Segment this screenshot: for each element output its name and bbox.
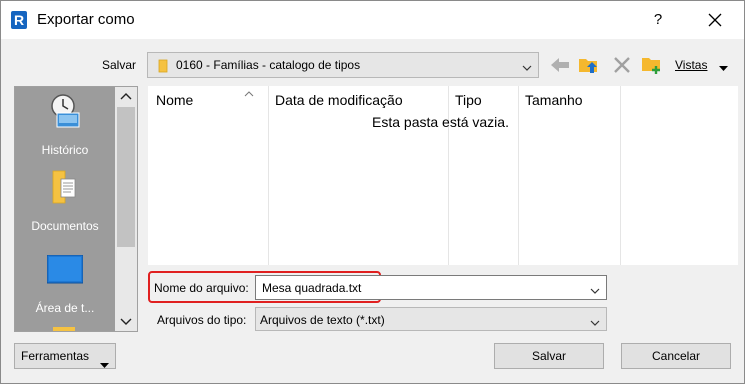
place-label: Área de t... — [35, 301, 95, 315]
back-arrow-icon[interactable] — [549, 55, 571, 75]
help-button[interactable]: ? — [641, 5, 675, 35]
tools-label: Ferramentas — [21, 349, 90, 363]
close-icon — [708, 13, 722, 27]
column-header-date[interactable]: Data de modificação — [269, 89, 403, 111]
title-bar: R Exportar como ? — [1, 1, 744, 39]
scroll-up-icon[interactable] — [115, 87, 137, 107]
views-dropdown-arrow-icon[interactable] — [719, 61, 728, 75]
location-dropdown[interactable]: 0160 - Famílias - catalogo de tipos — [147, 52, 539, 78]
location-label: Salvar — [102, 58, 137, 72]
chevron-down-icon — [590, 316, 600, 330]
filetype-value: Arquivos de texto (*.txt) — [260, 313, 385, 327]
filetype-label: Arquivos do tipo: — [157, 313, 247, 327]
column-divider[interactable] — [448, 86, 449, 265]
filetype-dropdown[interactable]: Arquivos de texto (*.txt) — [255, 307, 607, 331]
tools-button[interactable]: Ferramentas — [14, 343, 116, 369]
documents-icon — [51, 169, 81, 208]
resize-grip[interactable] — [416, 379, 446, 383]
close-button[interactable] — [697, 5, 733, 35]
views-menu[interactable]: Vistas — [675, 58, 707, 72]
folder-icon-partial — [53, 327, 75, 331]
places-scrollbar[interactable] — [115, 87, 137, 331]
scrollbar-thumb[interactable] — [117, 107, 135, 247]
folder-icon — [156, 59, 170, 76]
column-header-type[interactable]: Tipo — [449, 89, 482, 111]
filename-label: Nome do arquivo: — [154, 281, 249, 295]
revit-app-icon: R — [11, 11, 27, 29]
places-bar: Histórico Documentos Área de t... — [14, 86, 138, 332]
place-history[interactable]: Histórico — [15, 93, 115, 163]
column-header-name[interactable]: Nome — [150, 89, 193, 111]
file-list[interactable]: Nome Data de modificação Tipo Tamanho Es… — [148, 86, 738, 265]
scroll-down-icon[interactable] — [115, 311, 137, 331]
filename-value: Mesa quadrada.txt — [262, 281, 362, 295]
current-folder-name: 0160 - Famílias - catalogo de tipos — [176, 58, 361, 72]
chevron-down-icon[interactable] — [590, 284, 600, 298]
column-divider[interactable] — [518, 86, 519, 265]
delete-icon[interactable] — [611, 55, 633, 75]
save-button[interactable]: Salvar — [494, 343, 604, 369]
window-title: Exportar como — [37, 11, 135, 28]
places-list: Histórico Documentos Área de t... — [15, 87, 115, 331]
dropdown-arrow-icon — [100, 353, 109, 377]
column-header-size[interactable]: Tamanho — [519, 89, 583, 111]
column-divider[interactable] — [620, 86, 621, 265]
empty-folder-message: Esta pasta está vazia. — [372, 114, 509, 130]
svg-text:R: R — [14, 12, 24, 28]
history-icon — [47, 93, 83, 132]
place-desktop[interactable]: Área de t... — [15, 254, 115, 327]
column-divider[interactable] — [268, 86, 269, 265]
place-label: Documentos — [31, 219, 99, 233]
export-dialog: R Exportar como ? Salvar 0160 - Famílias… — [0, 0, 745, 384]
new-folder-icon[interactable] — [641, 55, 663, 75]
place-label: Histórico — [41, 143, 89, 157]
cancel-button[interactable]: Cancelar — [621, 343, 731, 369]
desktop-icon — [46, 254, 84, 288]
up-one-level-icon[interactable] — [578, 55, 600, 75]
filename-input[interactable]: Mesa quadrada.txt — [255, 275, 607, 300]
place-documents[interactable]: Documentos — [15, 169, 115, 239]
chevron-down-icon — [522, 61, 532, 75]
sort-ascending-icon — [244, 86, 254, 100]
